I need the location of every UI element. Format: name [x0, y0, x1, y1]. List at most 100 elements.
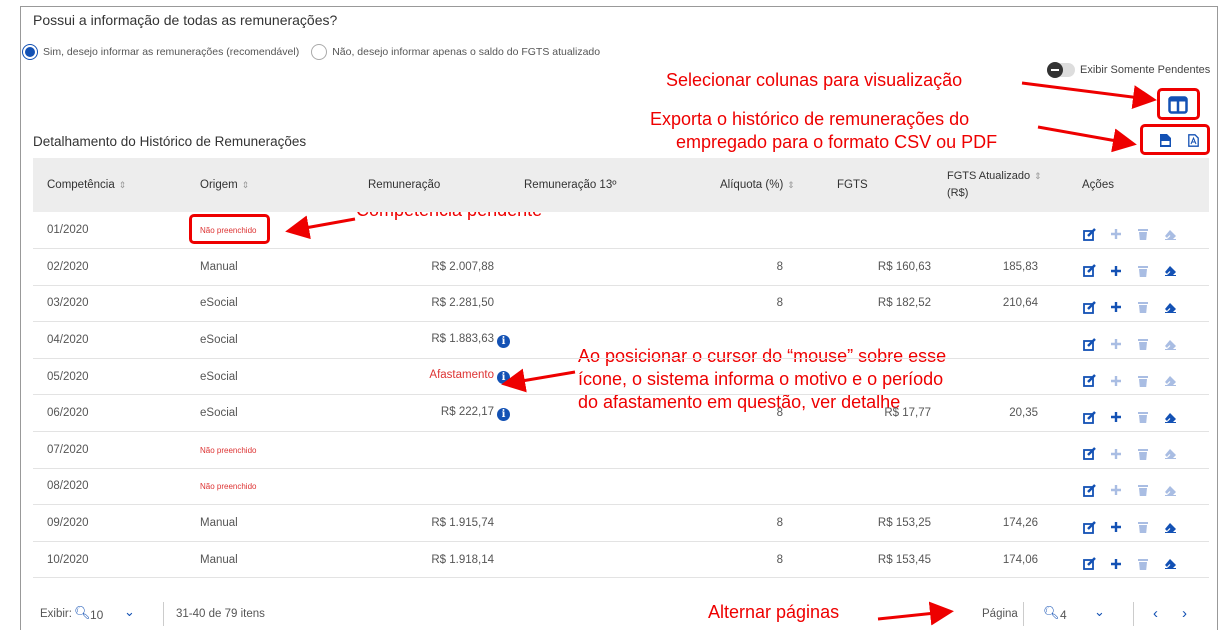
table-row: 09/2020 Manual R$ 1.915,74 8 R$ 153,25 174,26	[33, 504, 1209, 542]
edit-button[interactable]	[1082, 520, 1096, 534]
radio-yes[interactable]	[22, 44, 38, 60]
cell-aliquota: 8	[680, 394, 823, 433]
add-button[interactable]	[1109, 447, 1123, 461]
cell-origem: Não preenchido	[186, 468, 354, 506]
clear-button[interactable]	[1163, 227, 1177, 241]
edit-button[interactable]	[1082, 374, 1096, 388]
cell-remuneracao: R$ 2.281,50	[354, 285, 510, 323]
info-icon[interactable]: i	[497, 407, 510, 421]
radio-no[interactable]	[311, 44, 328, 60]
edit-button[interactable]	[1082, 300, 1096, 314]
header-origem[interactable]: Origem ⇕	[186, 158, 354, 212]
trash-button[interactable]	[1136, 557, 1150, 571]
cell-value: R$ 2.007,88	[431, 260, 494, 273]
header-competencia[interactable]: Competência ⇕	[33, 158, 186, 212]
cell-value: 03/2020	[47, 297, 89, 310]
sort-icon[interactable]: ⇕	[1034, 171, 1042, 181]
pending-only-toggle-row[interactable]: Exibir Somente Pendentes	[1047, 62, 1210, 78]
header-fgts-atualizado[interactable]: FGTS Atualizado ⇕ (R$)	[933, 158, 1048, 212]
cell-value: R$ 222,17	[440, 405, 494, 418]
edit-icon	[1082, 337, 1096, 351]
add-button[interactable]	[1109, 410, 1123, 424]
add-button[interactable]	[1109, 264, 1123, 278]
page-dropdown-chevron-icon[interactable]: ⌄	[1094, 604, 1105, 620]
edit-button[interactable]	[1082, 447, 1096, 461]
previous-page-chevron-icon[interactable]: ‹	[1153, 605, 1158, 622]
cell-value: Não preenchido	[200, 445, 257, 455]
row-actions	[1082, 475, 1209, 497]
page-size-value[interactable]: 10	[90, 608, 103, 622]
add-icon	[1111, 265, 1121, 276]
info-icon[interactable]: i	[497, 334, 510, 348]
clear-button[interactable]	[1163, 520, 1177, 534]
header-fgts: FGTS	[823, 158, 933, 212]
add-button[interactable]	[1109, 300, 1123, 314]
cell-origem: Manual	[186, 541, 354, 579]
cell-acoes	[1048, 541, 1209, 579]
clear-button[interactable]	[1163, 300, 1177, 314]
edit-button[interactable]	[1082, 483, 1096, 497]
add-button[interactable]	[1109, 483, 1123, 497]
cell-value: 05/2020	[47, 370, 89, 383]
export-csv-button[interactable]	[1158, 133, 1172, 147]
edit-button[interactable]	[1082, 557, 1096, 571]
cell-origem: Não preenchido	[186, 431, 354, 469]
remuneration-radio-group: Sim, desejo informar as remunerações (re…	[22, 44, 612, 60]
clear-button[interactable]	[1163, 410, 1177, 424]
columns-button[interactable]	[1167, 95, 1189, 115]
radio-option-yes[interactable]: Sim, desejo informar as remunerações (re…	[22, 44, 299, 60]
info-icon[interactable]: i	[497, 371, 510, 385]
cell-value: Afastamento	[429, 369, 494, 382]
sort-icon[interactable]: ⇕	[787, 180, 795, 190]
next-page-chevron-icon[interactable]: ›	[1182, 605, 1187, 622]
cell-origem: eSocial	[186, 321, 354, 359]
header-competencia-label: Competência	[47, 179, 115, 191]
clear-button[interactable]	[1163, 264, 1177, 278]
add-button[interactable]	[1109, 374, 1123, 388]
cell-value: R$ 160,63	[877, 260, 931, 273]
pdf-file-icon	[1187, 133, 1199, 147]
clear-button[interactable]	[1163, 337, 1177, 351]
trash-button[interactable]	[1136, 264, 1150, 278]
trash-button[interactable]	[1136, 410, 1150, 424]
trash-icon	[1138, 558, 1148, 570]
edit-button[interactable]	[1082, 227, 1096, 241]
add-button[interactable]	[1109, 557, 1123, 571]
page-number-value[interactable]: 4	[1060, 608, 1067, 622]
trash-button[interactable]	[1136, 374, 1150, 388]
cell-fgts	[823, 468, 933, 506]
page-size-dropdown-chevron-icon[interactable]: ⌄	[124, 604, 135, 620]
cell-aliquota: 8	[680, 285, 823, 323]
pending-only-toggle[interactable]	[1047, 62, 1075, 78]
clear-button[interactable]	[1163, 447, 1177, 461]
clear-button[interactable]	[1163, 374, 1177, 388]
trash-button[interactable]	[1136, 447, 1150, 461]
add-button[interactable]	[1109, 227, 1123, 241]
export-pdf-button[interactable]	[1186, 133, 1200, 147]
add-button[interactable]	[1109, 520, 1123, 534]
clear-button[interactable]	[1163, 557, 1177, 571]
cell-competencia: 01/2020	[33, 212, 186, 250]
add-button[interactable]	[1109, 337, 1123, 351]
header-fgts-label: FGTS	[837, 179, 868, 191]
trash-button[interactable]	[1136, 337, 1150, 351]
sort-icon[interactable]: ⇕	[242, 180, 250, 190]
edit-button[interactable]	[1082, 410, 1096, 424]
trash-button[interactable]	[1136, 483, 1150, 497]
trash-button[interactable]	[1136, 300, 1150, 314]
trash-button[interactable]	[1136, 520, 1150, 534]
header-aliquota[interactable]: Alíquota (%) ⇕	[680, 158, 823, 212]
trash-button[interactable]	[1136, 227, 1150, 241]
cell-value: 01/2020	[47, 224, 89, 237]
cell-fgts	[823, 358, 933, 396]
clear-button[interactable]	[1163, 483, 1177, 497]
page-label: Página	[982, 608, 1018, 620]
edit-button[interactable]	[1082, 337, 1096, 351]
radio-option-no[interactable]: Não, desejo informar apenas o saldo do F…	[311, 44, 600, 60]
header-acoes: Ações	[1048, 158, 1209, 212]
cell-competencia: 02/2020	[33, 248, 186, 286]
trash-icon	[1138, 485, 1148, 497]
eraser-icon	[1164, 412, 1176, 423]
sort-icon[interactable]: ⇕	[119, 180, 127, 190]
edit-button[interactable]	[1082, 264, 1096, 278]
